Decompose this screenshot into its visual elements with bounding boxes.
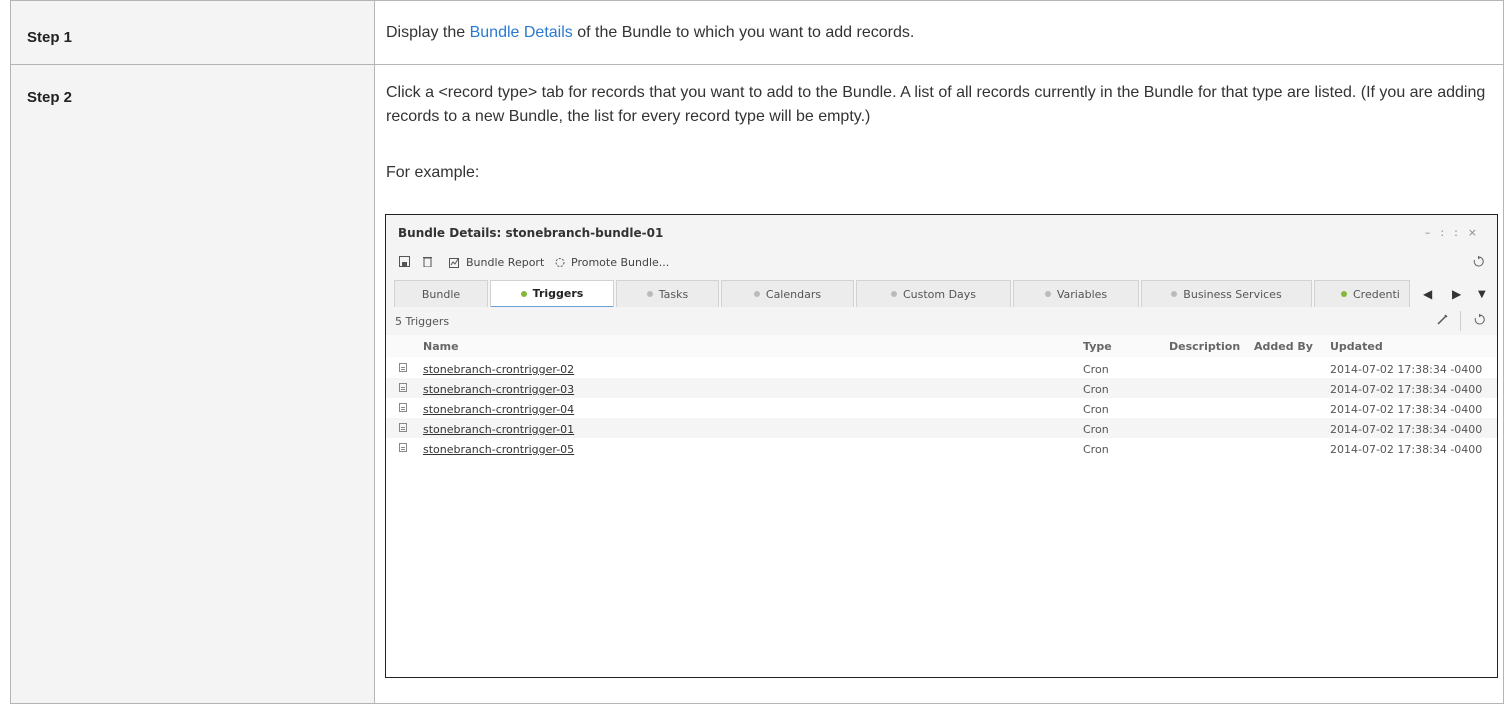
- list-header-bar: 5 Triggers: [386, 307, 1497, 336]
- record-type: Cron: [1083, 383, 1109, 396]
- table-row[interactable]: stonebranch-crontrigger-01 Cron 2014-07-…: [386, 418, 1497, 438]
- table-row[interactable]: stonebranch-crontrigger-03 Cron 2014-07-…: [386, 378, 1497, 398]
- status-dot: [1171, 291, 1178, 297]
- edit-icon[interactable]: [1436, 313, 1449, 329]
- step-1-text: Display the Bundle Details of the Bundle…: [386, 21, 914, 45]
- record-icon: [399, 423, 407, 432]
- record-name-link[interactable]: stonebranch-crontrigger-03: [423, 383, 574, 396]
- record-updated: 2014-07-02 17:38:34 -0400: [1330, 363, 1483, 376]
- promote-icon: [555, 258, 565, 267]
- tab-label: Tasks: [658, 287, 689, 301]
- report-icon: [449, 258, 459, 268]
- record-type: Cron: [1083, 423, 1109, 436]
- tab-scroll-left-icon[interactable]: ◀: [1423, 287, 1432, 301]
- close-icon[interactable]: ×: [1468, 226, 1487, 239]
- step-label-cell: Step 1: [11, 1, 375, 64]
- table-row[interactable]: stonebranch-crontrigger-02 Cron 2014-07-…: [386, 358, 1497, 378]
- tab-scroll-right-icon[interactable]: ▶: [1452, 287, 1461, 301]
- minimize-icon[interactable]: –: [1425, 226, 1441, 239]
- tab-variables[interactable]: Variables: [1013, 280, 1139, 307]
- step-label-cell: Step 2: [11, 65, 375, 703]
- record-name-link[interactable]: stonebranch-crontrigger-05: [423, 443, 574, 456]
- step-label: Step 1: [27, 29, 73, 46]
- tab-label: Credenti: [1353, 287, 1400, 301]
- promote-bundle-label: Promote Bundle...: [571, 256, 670, 269]
- record-updated: 2014-07-02 17:38:34 -0400: [1330, 383, 1483, 396]
- step-label: Step 2: [27, 89, 73, 106]
- status-dot: [1341, 291, 1347, 297]
- record-icon: [399, 403, 407, 412]
- tab-label: Variables: [1056, 287, 1108, 301]
- record-name-link[interactable]: stonebranch-crontrigger-01: [423, 423, 574, 436]
- status-dot: [1044, 291, 1051, 297]
- window-controls[interactable]: –::×: [1425, 226, 1487, 239]
- record-name-link[interactable]: stonebranch-crontrigger-02: [423, 363, 574, 376]
- window-title: Bundle Details: stonebranch-bundle-01: [398, 226, 664, 240]
- tab-business-services[interactable]: Business Services: [1141, 280, 1312, 307]
- refresh-list-icon[interactable]: [1474, 314, 1485, 328]
- table-row[interactable]: stonebranch-crontrigger-04 Cron 2014-07-…: [386, 398, 1497, 418]
- refresh-icon[interactable]: [1473, 256, 1484, 267]
- tab-credentials[interactable]: Credenti: [1314, 280, 1410, 307]
- promote-bundle-button[interactable]: Promote Bundle...: [554, 256, 669, 269]
- delete-icon[interactable]: [422, 256, 433, 267]
- record-count: 5 Triggers: [395, 315, 450, 328]
- table-row[interactable]: stonebranch-crontrigger-05 Cron 2014-07-…: [386, 438, 1497, 458]
- record-type: Cron: [1083, 443, 1109, 456]
- record-updated: 2014-07-02 17:38:34 -0400: [1330, 423, 1483, 436]
- record-icon: [399, 383, 407, 392]
- status-dot: [890, 291, 897, 297]
- record-type: Cron: [1083, 363, 1109, 376]
- tab-label: Calendars: [765, 287, 822, 301]
- tab-custom-days[interactable]: Custom Days: [856, 280, 1011, 307]
- tab-tasks[interactable]: Tasks: [616, 280, 719, 307]
- window-toolbar: Bundle Report Promote Bundle...: [386, 251, 1497, 275]
- save-icon[interactable]: [399, 256, 410, 267]
- column-header-name[interactable]: Name: [423, 340, 459, 353]
- record-icon: [399, 363, 407, 372]
- tab-menu-chevron-down-icon[interactable]: ▼: [1478, 289, 1486, 300]
- status-dot: [520, 290, 527, 297]
- bundle-report-button[interactable]: Bundle Report: [449, 256, 544, 269]
- maximize-icon[interactable]: ::: [1440, 226, 1467, 239]
- status-dot: [753, 291, 760, 297]
- column-header-updated[interactable]: Updated: [1330, 340, 1383, 353]
- record-icon: [399, 443, 407, 452]
- step-2-text: Click a <record type> tab for records th…: [386, 84, 1486, 125]
- record-name-link[interactable]: stonebranch-crontrigger-04: [423, 403, 574, 416]
- column-header-added-by[interactable]: Added By: [1254, 340, 1313, 353]
- toolbar-divider: [1460, 311, 1461, 331]
- tab-label: Triggers: [532, 287, 584, 300]
- column-header-type[interactable]: Type: [1083, 340, 1112, 353]
- step-row-1: Step 1 Display the Bundle Details of the…: [10, 0, 1504, 65]
- record-type: Cron: [1083, 403, 1109, 416]
- status-dot: [646, 291, 653, 297]
- tab-calendars[interactable]: Calendars: [721, 280, 854, 307]
- step-1-text-before: Display the: [386, 24, 470, 41]
- bundle-details-window: Bundle Details: stonebranch-bundle-01 –:…: [385, 214, 1498, 678]
- tab-triggers[interactable]: Triggers: [490, 280, 614, 308]
- tab-label: Business Services: [1183, 287, 1282, 301]
- tab-label: Bundle: [421, 287, 461, 301]
- step-2-example: For example:: [386, 164, 480, 181]
- grid-header: Name Type Description Added By Updated: [386, 335, 1497, 357]
- tab-bundle[interactable]: Bundle: [394, 280, 488, 307]
- step-content-cell: Display the Bundle Details of the Bundle…: [375, 1, 1503, 64]
- record-type-tabs: Bundle Triggers Tasks Calendars Custom D…: [386, 275, 1497, 308]
- record-updated: 2014-07-02 17:38:34 -0400: [1330, 403, 1483, 416]
- bundle-details-link[interactable]: Bundle Details: [470, 24, 573, 41]
- window-title-bar: Bundle Details: stonebranch-bundle-01 –:…: [386, 215, 1497, 252]
- bundle-report-label: Bundle Report: [466, 256, 545, 269]
- record-updated: 2014-07-02 17:38:34 -0400: [1330, 443, 1483, 456]
- tab-label: Custom Days: [902, 287, 977, 301]
- column-header-description[interactable]: Description: [1169, 340, 1240, 353]
- step-1-text-after: of the Bundle to which you want to add r…: [572, 24, 915, 41]
